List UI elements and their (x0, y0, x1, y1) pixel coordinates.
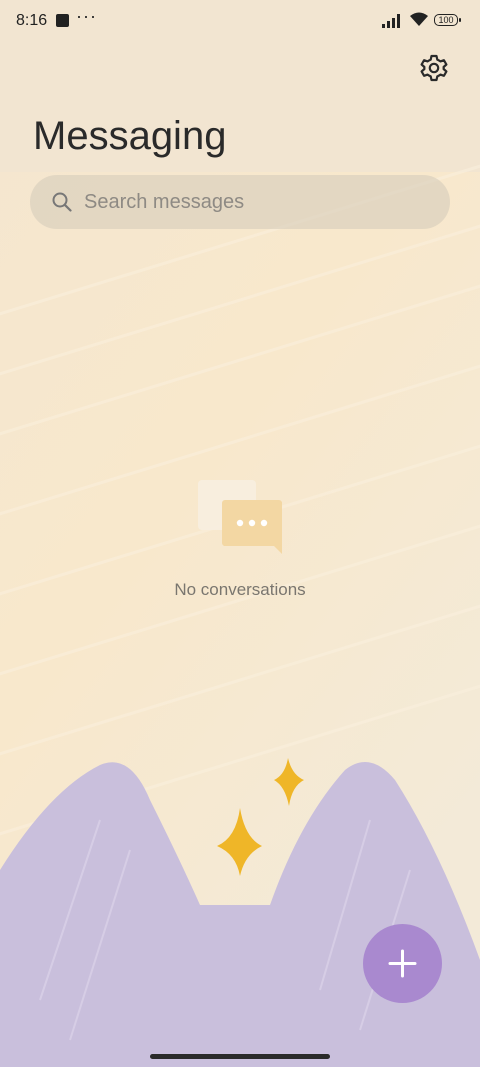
plus-icon (388, 949, 417, 978)
status-bar: 8:16 ··· 100 (0, 0, 480, 44)
search-input[interactable] (84, 175, 424, 229)
gear-icon (420, 54, 448, 82)
battery-level: 100 (438, 15, 454, 25)
chat-bubbles-icon (198, 480, 282, 554)
empty-state-text: No conversations (174, 580, 306, 599)
settings-button[interactable] (418, 52, 450, 84)
more-notifications-icon: ··· (76, 6, 97, 26)
search-bar[interactable] (30, 175, 450, 229)
status-time: 8:16 (16, 12, 48, 29)
notification-icon (56, 14, 69, 27)
home-indicator[interactable] (150, 1054, 330, 1059)
new-conversation-button[interactable] (363, 924, 442, 1003)
battery-icon: 100 (434, 14, 461, 26)
wifi-icon (410, 12, 428, 26)
page-title: Messaging (33, 114, 227, 158)
search-icon (52, 192, 72, 212)
signal-icon (382, 14, 400, 28)
